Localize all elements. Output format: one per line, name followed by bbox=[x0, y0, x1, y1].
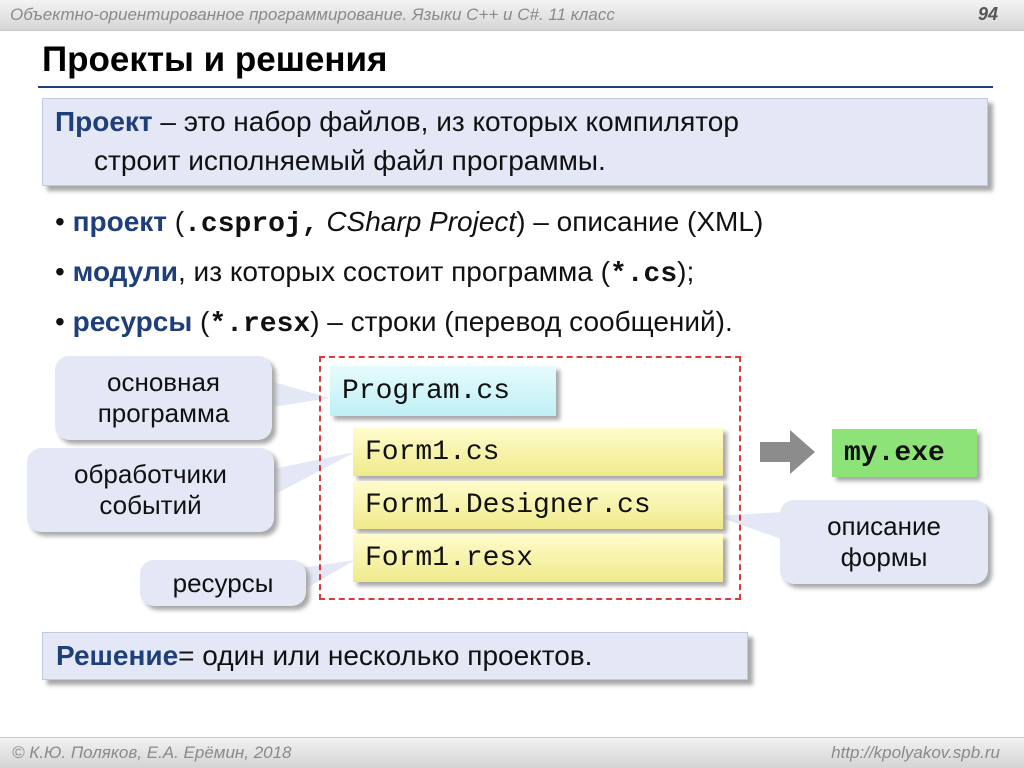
callout-line: формы bbox=[840, 542, 928, 572]
footer-copyright: © К.Ю. Поляков, Е.А. Ерёмин, 2018 bbox=[12, 743, 292, 762]
solution-text: = один или несколько проектов. bbox=[178, 640, 593, 671]
callout-line: основная bbox=[107, 367, 220, 397]
file-form1-resx: Form1.resx bbox=[353, 534, 723, 582]
file-form1-designer-cs: Form1.Designer.cs bbox=[353, 481, 723, 529]
footer-url: http://kpolyakov.spb.ru bbox=[831, 743, 1000, 762]
solution-term: Решение bbox=[56, 640, 179, 671]
callout-line: программа bbox=[97, 398, 230, 428]
callout-resources: ресурсы bbox=[140, 560, 306, 606]
file-program-cs: Program.cs bbox=[330, 366, 556, 416]
callout-line: обработчики bbox=[74, 459, 227, 489]
callout-form-description: описание формы bbox=[780, 500, 988, 584]
output-exe: my.exe bbox=[832, 429, 977, 477]
callout-line: описание bbox=[827, 511, 941, 541]
callout-line: событий bbox=[99, 490, 202, 520]
solution-box: Решение = один или несколько проектов. bbox=[42, 632, 748, 680]
file-form1-cs: Form1.cs bbox=[353, 428, 723, 476]
build-arrow-icon bbox=[760, 430, 815, 474]
callout-main-program: основная программа bbox=[55, 356, 272, 440]
callout-event-handlers: обработчики событий bbox=[27, 448, 274, 532]
